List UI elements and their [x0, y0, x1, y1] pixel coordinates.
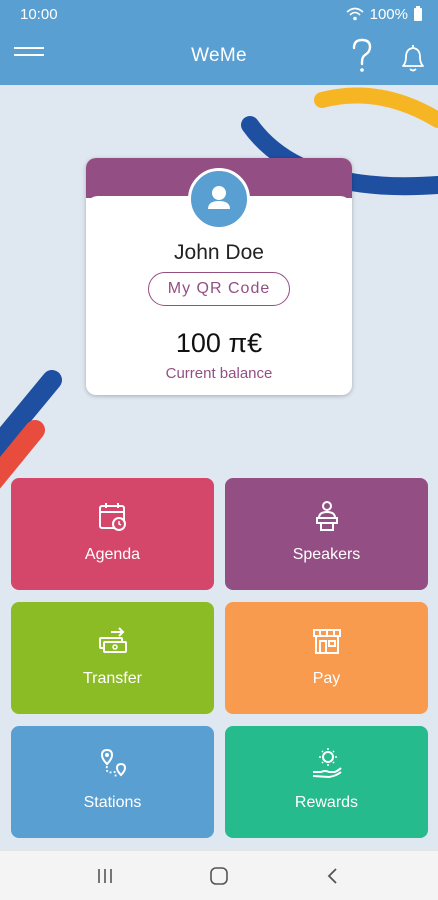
user-name: John Doe: [174, 241, 264, 264]
my-qr-code-button[interactable]: My QR Code: [148, 272, 290, 306]
balance-label: Current balance: [165, 365, 273, 382]
wifi-icon: [346, 7, 364, 21]
tile-stations[interactable]: Stations: [11, 726, 214, 838]
battery-icon: [414, 5, 422, 21]
bell-icon: [402, 45, 424, 72]
notifications-button[interactable]: [395, 40, 431, 76]
question-mark-icon: [352, 38, 372, 72]
calendar-icon: [99, 503, 126, 531]
tile-transfer-label: Transfer: [83, 670, 142, 687]
home-icon: [210, 867, 228, 885]
back-button[interactable]: [318, 862, 348, 890]
recent-apps-icon: [98, 869, 112, 883]
reward-hand-icon: [312, 748, 342, 779]
tile-agenda[interactable]: Agenda: [11, 478, 214, 590]
dashboard-content: John Doe My QR Code 100 π€ Current balan…: [0, 85, 438, 850]
map-route-icon: [100, 748, 127, 779]
tile-rewards-label: Rewards: [294, 794, 359, 811]
tile-transfer[interactable]: Transfer: [11, 602, 214, 714]
recent-apps-button[interactable]: [90, 862, 120, 890]
app-bar: WeMe: [0, 28, 438, 85]
tile-speakers-label: Speakers: [292, 546, 361, 563]
status-bar: 10:00 100%: [0, 0, 438, 28]
status-icons: 100%: [346, 5, 422, 23]
battery-percent: 100%: [369, 5, 408, 23]
tile-pay-label: Pay: [312, 670, 341, 687]
balance-value: 100 π€: [175, 328, 263, 358]
tile-rewards[interactable]: Rewards: [225, 726, 428, 838]
tile-speakers[interactable]: Speakers: [225, 478, 428, 590]
system-nav-bar: [0, 850, 438, 900]
avatar: [188, 168, 250, 230]
tile-agenda-label: Agenda: [84, 546, 141, 563]
help-button[interactable]: [344, 36, 380, 76]
home-button[interactable]: [204, 862, 234, 890]
speaker-podium-icon: [316, 501, 338, 531]
tile-pay[interactable]: Pay: [225, 602, 428, 714]
back-arrow-icon: [327, 868, 337, 884]
tile-stations-label: Stations: [83, 794, 142, 811]
user-icon: [208, 186, 230, 209]
profile-card: John Doe My QR Code 100 π€ Current balan…: [86, 158, 352, 395]
money-transfer-icon: [99, 627, 127, 653]
status-time: 10:00: [20, 5, 58, 23]
decor-yellow-arc-top: [314, 87, 438, 128]
store-icon: [313, 629, 341, 654]
